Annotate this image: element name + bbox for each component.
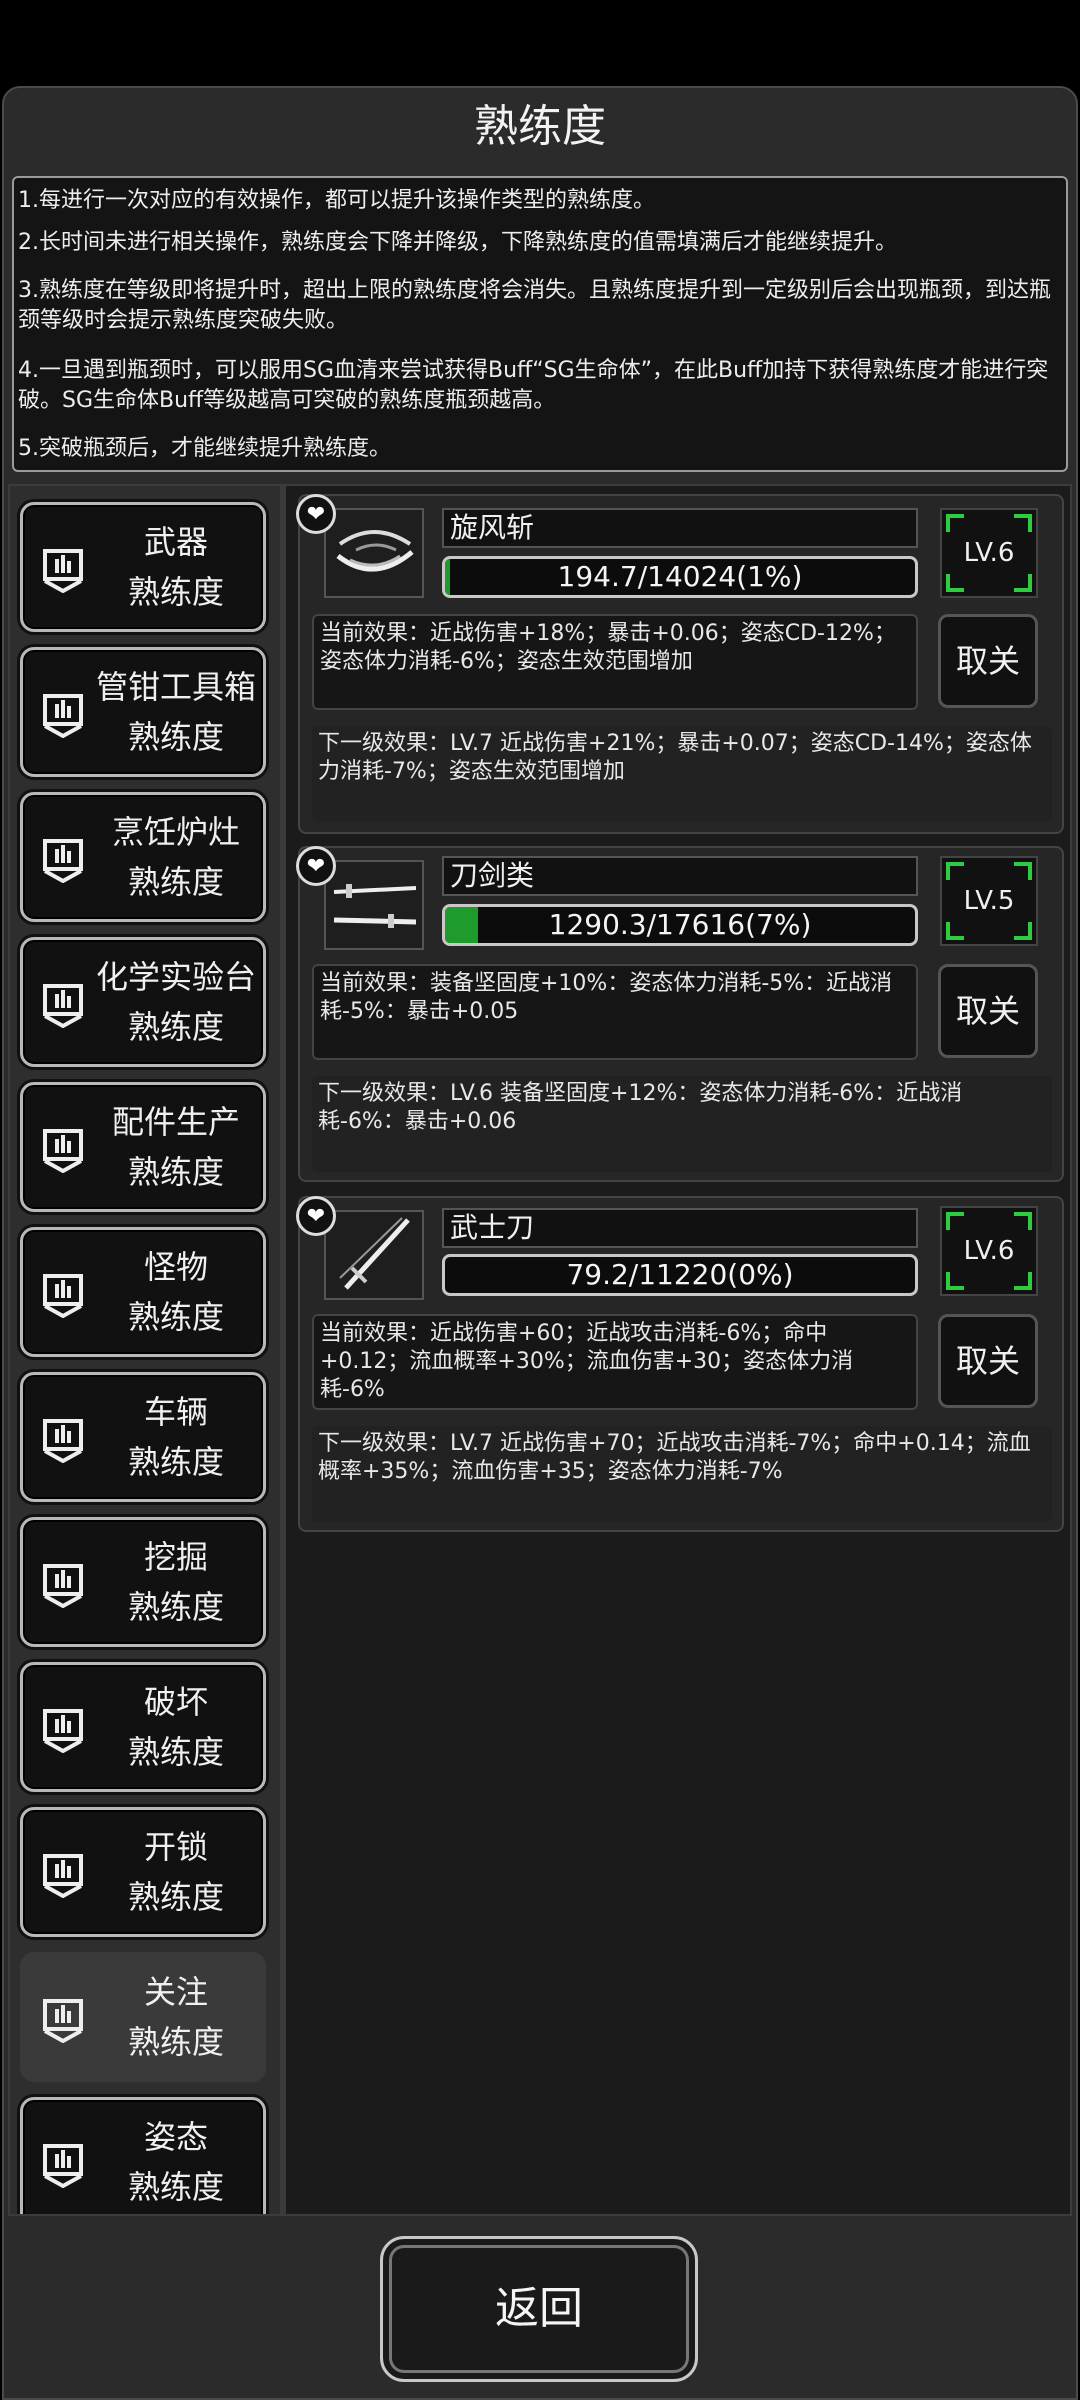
category-sidebar[interactable]: 武器 熟练度 管钳工具箱 熟练度 烹饪炉灶 熟练度 化学实验台 熟练度 配件生产 熟练度 怪物 熟练度…: [10, 486, 280, 2214]
sidebar-item[interactable]: 烹饪炉灶 熟练度: [20, 792, 266, 922]
badge-icon: [41, 1562, 85, 1609]
heart-icon[interactable]: ❤: [296, 494, 336, 534]
progress-bar: 194.7/14024(1%): [442, 556, 918, 598]
progress-text: 79.2/11220(0%): [566, 1258, 794, 1291]
progress-text: 1290.3/17616(7%): [548, 908, 812, 941]
badge-icon: [41, 692, 85, 739]
badge-icon: [41, 2142, 85, 2189]
sidebar-item[interactable]: 关注 熟练度: [20, 1952, 266, 2082]
proficiency-card: 武士刀 79.2/11220(0%) LV.6 当前效果：近战伤害+60；近战攻…: [298, 1196, 1064, 1532]
sidebar-item-title: 破坏: [143, 1683, 208, 1721]
progress-text: 194.7/14024(1%): [557, 560, 803, 593]
item-name: 刀剑类: [442, 856, 918, 896]
sidebar-item-subtitle: 熟练度: [127, 573, 224, 611]
level-badge: LV.6: [940, 1206, 1038, 1296]
proficiency-card: 旋风斩 194.7/14024(1%) LV.6 当前效果：近战伤害+18%；暴…: [298, 494, 1064, 834]
sidebar-item-subtitle: 熟练度: [127, 863, 224, 901]
unfollow-button[interactable]: 取关: [938, 1314, 1038, 1408]
level-text: LV.6: [963, 1236, 1015, 1266]
sidebar-item-subtitle: 熟练度: [127, 2168, 224, 2206]
sidebar-item[interactable]: 车辆 熟练度: [20, 1372, 266, 1502]
sidebar-item-title: 管钳工具箱: [95, 668, 256, 706]
rule-1: 1.每进行一次对应的有效操作，都可以提升该操作类型的熟练度。: [18, 188, 655, 213]
rule-3: 3.熟练度在等级即将提升时，超出上限的熟练度将会消失。且熟练度提升到一定级别后会…: [18, 278, 1051, 333]
sidebar-item[interactable]: 挖掘 熟练度: [20, 1517, 266, 1647]
sidebar-item-title: 化学实验台: [95, 958, 256, 996]
sidebar-divider: [280, 486, 286, 2214]
rule-5: 5.突破瓶颈后，才能继续提升熟练度。: [18, 436, 391, 461]
proficiency-card: 刀剑类 1290.3/17616(7%) LV.5 当前效果：装备坚固度+10%…: [298, 846, 1064, 1182]
sidebar-item[interactable]: 姿态 熟练度: [20, 2097, 266, 2214]
current-effect: 当前效果：近战伤害+18%；暴击+0.06；姿态CD-12%；姿态体力消耗-6%…: [312, 614, 918, 710]
badge-icon: [41, 547, 85, 594]
progress-bar: 1290.3/17616(7%): [442, 904, 918, 946]
sidebar-item-subtitle: 熟练度: [127, 1443, 224, 1481]
sidebar-item[interactable]: 武器 熟练度: [20, 502, 266, 632]
sidebar-item-title: 配件生产: [111, 1103, 240, 1141]
unfollow-button[interactable]: 取关: [938, 614, 1038, 708]
sidebar-item-title: 武器: [143, 523, 208, 561]
heart-icon[interactable]: ❤: [296, 1196, 336, 1236]
level-text: LV.5: [963, 886, 1015, 916]
current-effect: 当前效果：近战伤害+60；近战攻击消耗-6%；命中+0.12；流血概率+30%；…: [312, 1314, 918, 1410]
level-text: LV.6: [963, 538, 1015, 568]
sidebar-item[interactable]: 化学实验台 熟练度: [20, 937, 266, 1067]
rule-2: 2.长时间未进行相关操作，熟练度会下降并降级，下降熟练度的值需填满后才能继续提升…: [18, 230, 897, 255]
next-effect: 下一级效果：LV.7 近战伤害+70；近战攻击消耗-7%；命中+0.14；流血概…: [312, 1426, 1052, 1522]
sidebar-item-title: 姿态: [143, 2118, 208, 2156]
rules-box: 1.每进行一次对应的有效操作，都可以提升该操作类型的熟练度。 2.长时间未进行相…: [12, 176, 1068, 472]
badge-icon: [41, 1707, 85, 1754]
sidebar-item-subtitle: 熟练度: [127, 1008, 224, 1046]
sidebar-item[interactable]: 管钳工具箱 熟练度: [20, 647, 266, 777]
sidebar-item-title: 关注: [143, 1973, 208, 2011]
level-badge: LV.6: [940, 508, 1038, 598]
badge-icon: [41, 837, 85, 884]
sidebar-item-subtitle: 熟练度: [127, 2023, 224, 2061]
back-button[interactable]: 返回: [380, 2236, 698, 2382]
sidebar-item-title: 怪物: [143, 1248, 208, 1286]
badge-icon: [41, 1272, 85, 1319]
sidebar-item[interactable]: 开锁 熟练度: [20, 1807, 266, 1937]
sidebar-item[interactable]: 配件生产 熟练度: [20, 1082, 266, 1212]
sidebar-item-subtitle: 熟练度: [127, 1153, 224, 1191]
badge-icon: [41, 982, 85, 1029]
sidebar-item[interactable]: 破坏 熟练度: [20, 1662, 266, 1792]
sidebar-item-subtitle: 熟练度: [127, 1878, 224, 1916]
sidebar-item-subtitle: 熟练度: [127, 1733, 224, 1771]
heart-icon[interactable]: ❤: [296, 846, 336, 886]
item-name: 武士刀: [442, 1208, 918, 1248]
next-effect: 下一级效果：LV.7 近战伤害+21%；暴击+0.07；姿态CD-14%；姿态体…: [312, 726, 1052, 822]
badge-icon: [41, 1997, 85, 2044]
sidebar-item-subtitle: 熟练度: [127, 1588, 224, 1626]
sidebar-item-title: 车辆: [143, 1393, 208, 1431]
badge-icon: [41, 1852, 85, 1899]
sidebar-item-title: 开锁: [143, 1828, 208, 1866]
katana-icon: [324, 1210, 424, 1300]
swords-icon: [324, 860, 424, 950]
badge-icon: [41, 1417, 85, 1464]
whirlwind-icon: [324, 508, 424, 598]
sidebar-item[interactable]: 怪物 熟练度: [20, 1227, 266, 1357]
item-name: 旋风斩: [442, 508, 918, 548]
progress-bar: 79.2/11220(0%): [442, 1254, 918, 1296]
sidebar-item-title: 挖掘: [143, 1538, 208, 1576]
rule-4: 4.一旦遇到瓶颈时，可以服用SG血清来尝试获得Buff“SG生命体”，在此Buf…: [18, 358, 1049, 413]
sidebar-item-subtitle: 熟练度: [127, 1298, 224, 1336]
next-effect: 下一级效果：LV.6 装备坚固度+12%：姿态体力消耗-6%：近战消耗-6%：暴…: [312, 1076, 1052, 1172]
page-title: 熟练度: [474, 101, 606, 152]
sidebar-item-title: 烹饪炉灶: [111, 813, 240, 851]
unfollow-button[interactable]: 取关: [938, 964, 1038, 1058]
badge-icon: [41, 1127, 85, 1174]
level-badge: LV.5: [940, 856, 1038, 946]
current-effect: 当前效果：装备坚固度+10%：姿态体力消耗-5%：近战消耗-5%：暴击+0.05: [312, 964, 918, 1060]
sidebar-item-subtitle: 熟练度: [127, 718, 224, 756]
